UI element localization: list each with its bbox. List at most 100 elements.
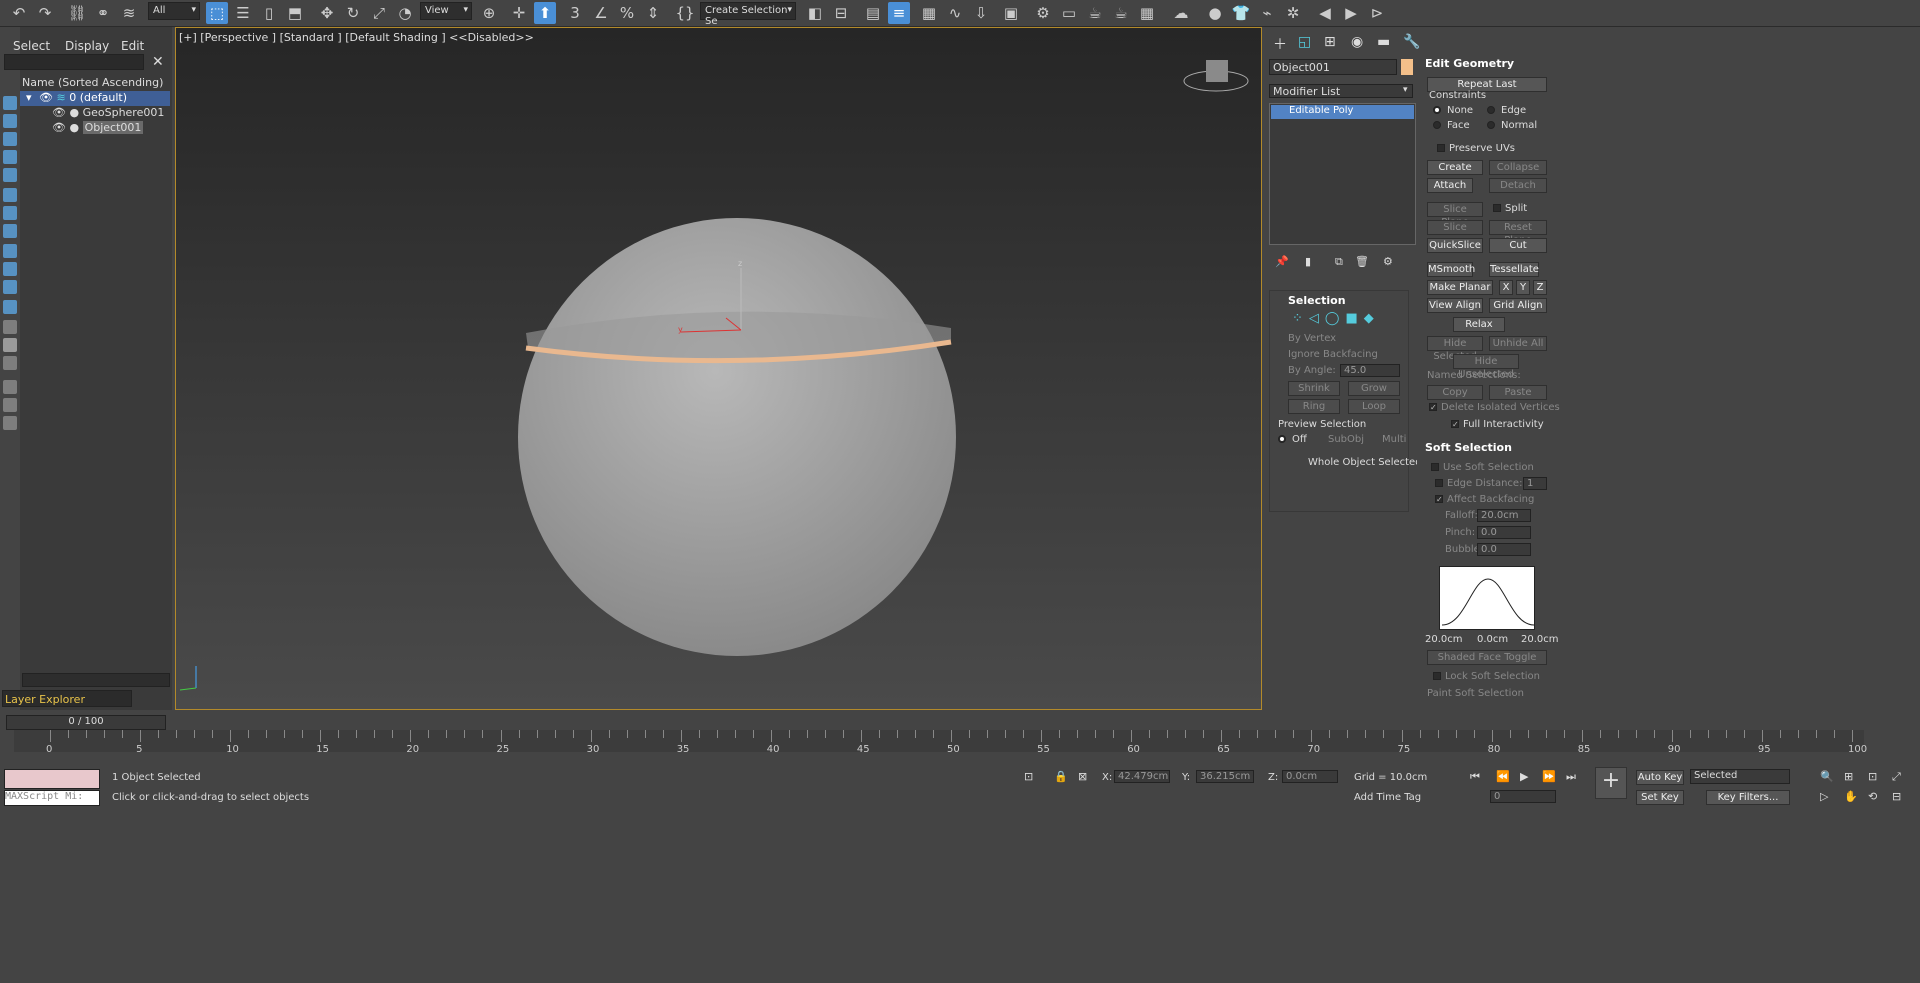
modify-tab-icon[interactable]: ◱ <box>1298 34 1311 50</box>
soft-selection-title[interactable]: Soft Selection <box>1425 441 1512 454</box>
sphere-icon[interactable]: ● <box>1204 2 1226 24</box>
render-setup-icon[interactable]: ⚙ <box>1032 2 1054 24</box>
sync-selection-icon[interactable] <box>3 380 17 394</box>
next-panel-icon[interactable]: ▶ <box>1340 2 1362 24</box>
cut-button[interactable]: Cut <box>1489 238 1547 253</box>
by-vertex-label[interactable]: By Vertex <box>1288 333 1336 344</box>
display-all-icon[interactable] <box>3 300 17 314</box>
go-to-end-icon[interactable]: ⏭ <box>1566 770 1576 784</box>
pin-stack-icon[interactable]: 📌 <box>1275 255 1289 268</box>
field-of-view-icon[interactable]: ▷ <box>1820 790 1828 803</box>
maxscript-mini-listener[interactable]: MAXScript Mi: <box>4 790 100 806</box>
orbit-icon[interactable]: ⟲ <box>1868 790 1877 803</box>
set-key-button[interactable]: Set Key <box>1636 790 1684 805</box>
tessellate-button[interactable]: Tessellate <box>1489 262 1539 277</box>
make-planar-x-button[interactable]: X <box>1499 280 1513 295</box>
hair-icon[interactable]: ⌁ <box>1256 2 1278 24</box>
layer-row[interactable]: ▾ 👁 ≋ 0 (default) <box>20 91 170 106</box>
geosphere-mesh[interactable] <box>518 218 956 656</box>
current-frame-field[interactable]: 0 <box>1490 790 1556 803</box>
ribbon-icon[interactable]: ▦ <box>918 2 940 24</box>
lock-selection-icon[interactable]: 🔒 <box>1054 770 1068 783</box>
maximize-toggle-icon[interactable]: ⊟ <box>1892 790 1901 803</box>
place-icon[interactable]: ◔ <box>394 2 416 24</box>
scene-explorer-toggle-icon[interactable]: ▤ <box>862 2 884 24</box>
split-checkbox[interactable] <box>1493 204 1501 212</box>
play-icon[interactable]: ▶ <box>1520 770 1528 783</box>
expand-icon[interactable]: ▾ <box>26 91 32 104</box>
detach-button[interactable]: Detach <box>1489 178 1547 193</box>
edge-distance-checkbox[interactable] <box>1435 479 1443 487</box>
make-planar-button[interactable]: Make Planar <box>1427 280 1493 295</box>
subobject-icons[interactable]: ⁘◁◯■◆ <box>1292 311 1380 326</box>
attach-button[interactable]: Attach <box>1427 178 1473 193</box>
zoom-all-icon[interactable]: ⊞ <box>1844 770 1853 783</box>
display-groups-icon[interactable] <box>3 224 17 238</box>
display-dependents-icon[interactable] <box>3 356 17 370</box>
constraint-edge-radio[interactable] <box>1487 106 1495 114</box>
menu-select[interactable]: Select <box>13 39 50 53</box>
display-influences-icon[interactable] <box>3 338 17 352</box>
particle-icon[interactable]: ✲ <box>1282 2 1304 24</box>
copy-button[interactable]: Copy <box>1427 385 1483 400</box>
pan-icon[interactable]: ✋ <box>1844 790 1858 803</box>
edit-geometry-title[interactable]: Edit Geometry <box>1425 57 1514 70</box>
msmooth-button[interactable]: MSmooth <box>1427 262 1475 277</box>
go-to-start-icon[interactable]: ⏮ <box>1470 770 1480 784</box>
display-none-icon[interactable] <box>3 96 17 110</box>
curve-editor-icon[interactable]: ∿ <box>944 2 966 24</box>
hide-selected-button[interactable]: Hide Selected <box>1427 336 1483 362</box>
set-keys-button[interactable]: + <box>1595 767 1627 799</box>
visibility-icon[interactable]: 👁 <box>52 121 66 134</box>
remove-modifier-icon[interactable]: 🗑 <box>1355 255 1369 268</box>
zoom-extents-icon[interactable]: ⊡ <box>1868 770 1877 783</box>
display-helpers-icon[interactable] <box>3 188 17 202</box>
move-icon[interactable]: ✥ <box>316 2 338 24</box>
horizontal-scrollbar[interactable] <box>22 673 170 687</box>
stack-item-editable-poly[interactable]: Editable Poly <box>1271 105 1414 119</box>
make-unique-icon[interactable]: ⧉ <box>1335 255 1343 269</box>
create-button[interactable]: Create <box>1427 160 1483 175</box>
zoom-icon[interactable]: 🔍 <box>1820 770 1834 783</box>
by-angle-label[interactable]: By Angle: <box>1288 365 1336 376</box>
display-children-icon[interactable] <box>3 320 17 334</box>
mirror-icon[interactable]: ◧ <box>804 2 826 24</box>
angle-spinner[interactable]: 45.0 <box>1340 364 1400 377</box>
bubble-spinner[interactable]: 0.0 <box>1477 543 1531 556</box>
grid-align-button[interactable]: Grid Align <box>1489 298 1547 313</box>
layer-icon[interactable] <box>3 416 17 430</box>
previous-panel-icon[interactable]: ◀ <box>1314 2 1336 24</box>
preview-off-radio[interactable] <box>1278 435 1286 443</box>
selection-title[interactable]: Selection <box>1288 294 1346 307</box>
motion-tab-icon[interactable]: ◉ <box>1351 34 1363 50</box>
edit-named-selection-icon[interactable]: {} <box>674 2 696 24</box>
visibility-icon[interactable]: 👁 <box>39 91 53 104</box>
ring-button[interactable]: Ring <box>1288 399 1340 414</box>
display-spacewarps-icon[interactable] <box>3 206 17 220</box>
rendered-frame-window-icon[interactable]: ▭ <box>1058 2 1080 24</box>
display-shapes-icon[interactable] <box>3 132 17 146</box>
hide-unselected-button[interactable]: Hide Unselected <box>1453 354 1519 380</box>
redo-icon[interactable]: ↷ <box>34 2 56 24</box>
view-align-button[interactable]: View Align <box>1427 298 1483 313</box>
object-row[interactable]: 👁 ● GeoSphere001 <box>50 106 170 121</box>
object-color-swatch[interactable] <box>1401 59 1413 75</box>
cloth-icon[interactable]: 👕 <box>1230 2 1252 24</box>
select-object-icon[interactable]: ⬚ <box>206 2 228 24</box>
shaded-face-toggle-button[interactable]: Shaded Face Toggle <box>1427 650 1547 665</box>
x-coord-field[interactable]: 42.479cm <box>1114 770 1170 783</box>
maxscript-listener-pink[interactable] <box>4 769 100 789</box>
utilities-tab-icon[interactable]: 🔧 <box>1403 34 1420 50</box>
layer-explorer-icon[interactable]: ≡ <box>888 2 910 24</box>
show-end-result-icon[interactable]: ▮ <box>1305 255 1311 268</box>
pinch-spinner[interactable]: 0.0 <box>1477 526 1531 539</box>
selection-filter-dropdown[interactable]: All <box>148 2 200 20</box>
schematic-view-icon[interactable]: ⇩ <box>970 2 992 24</box>
visibility-icon[interactable]: 👁 <box>52 106 66 119</box>
link-icon[interactable]: ⛓ <box>66 2 88 24</box>
constraint-none-radio[interactable] <box>1433 106 1441 114</box>
reference-coordinate-dropdown[interactable]: View <box>420 2 472 20</box>
select-manipulate-icon[interactable]: ✛ <box>508 2 530 24</box>
y-coord-field[interactable]: 36.215cm <box>1196 770 1254 783</box>
reset-plane-button[interactable]: Reset Plane <box>1489 220 1547 246</box>
